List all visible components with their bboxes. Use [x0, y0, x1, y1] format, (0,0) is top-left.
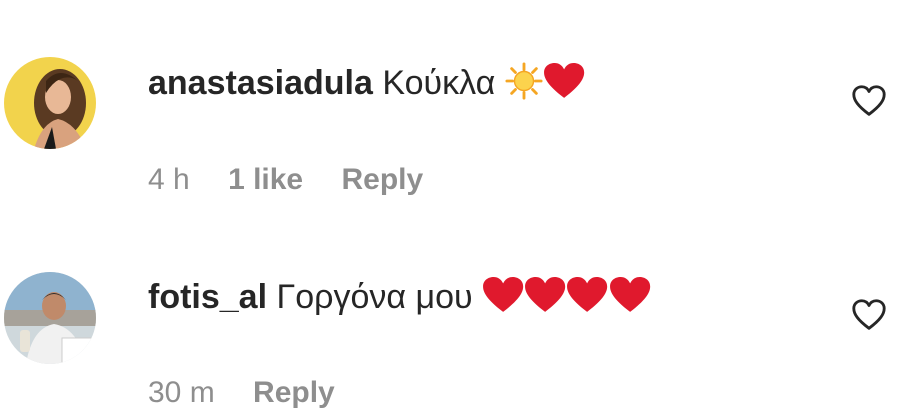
comment-line: fotis_al Γοργόνα μου — [148, 276, 651, 317]
comment-item: fotis_al Γοργόνα μου 30 m Reply — [0, 0, 900, 409]
red-heart-emoji — [482, 276, 524, 314]
comment-time: 30 m — [148, 376, 215, 409]
red-heart-emoji — [524, 276, 566, 314]
avatar[interactable] — [4, 272, 96, 364]
red-heart-emoji — [609, 276, 651, 314]
heart-outline-icon — [852, 299, 886, 330]
like-comment-button[interactable] — [850, 296, 888, 334]
comment-text: Γοργόνα μου — [276, 278, 473, 316]
comment-username[interactable]: fotis_al — [148, 278, 267, 316]
red-heart-emoji — [566, 276, 608, 314]
reply-button[interactable]: Reply — [253, 376, 335, 409]
